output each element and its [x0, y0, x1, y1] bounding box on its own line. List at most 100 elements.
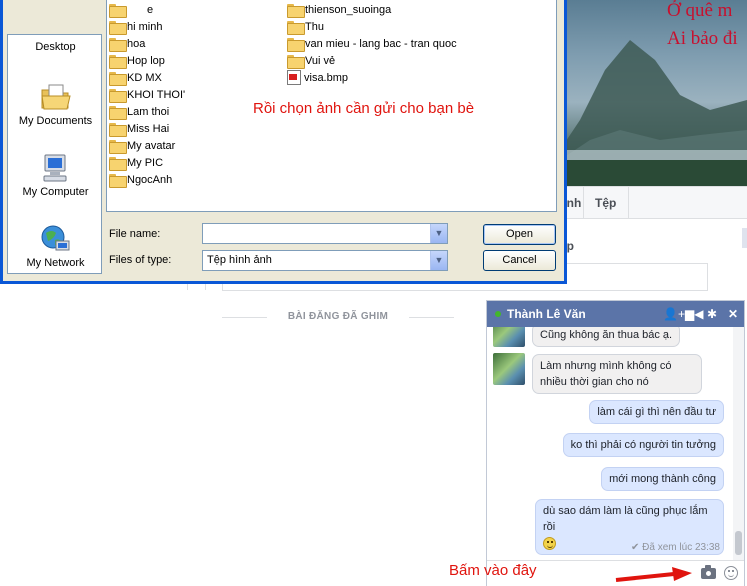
place-my-documents[interactable]: My Documents	[8, 81, 103, 127]
chat-contact-name[interactable]: Thành Lê Văn	[507, 307, 586, 321]
file-name: Lam thoi	[127, 105, 170, 118]
folder-icon	[109, 54, 127, 69]
place-label: My Computer	[22, 186, 89, 198]
place-label: My Documents	[18, 115, 93, 127]
chat-window: Thành Lê Văn 👤+ ▆◀ ✱ ✕ Cũng không ăn thu…	[486, 300, 745, 586]
my-network-icon	[41, 225, 69, 251]
files-of-type-label: Files of type:	[109, 254, 172, 266]
folder-item[interactable]: Lam thoi	[109, 103, 169, 120]
chevron-down-icon[interactable]: ▼	[430, 224, 447, 243]
file-name: My avatar	[127, 139, 176, 152]
scroll-thumb[interactable]	[735, 531, 742, 555]
file-name: visa.bmp	[304, 71, 349, 84]
message-bubble-outgoing: làm cái gì thì nên đầu tư	[589, 400, 724, 424]
folder-icon	[109, 20, 127, 35]
place-label: My Network	[26, 257, 85, 269]
folder-item[interactable]: Vui vẻ	[287, 52, 335, 69]
folder-item[interactable]: KD MX	[109, 69, 162, 86]
folder-item[interactable]: KHOI THOI'	[109, 86, 185, 103]
place-my-computer[interactable]: My Computer	[8, 152, 103, 198]
folder-item[interactable]: Thu	[287, 18, 324, 35]
cover-text-line: Ai bảo đi	[667, 28, 738, 49]
cover-text-line: Ở quê m	[667, 0, 733, 21]
instruction-annotation: Rồi chọn ảnh cần gửi cho bạn bè	[253, 100, 475, 117]
folder-icon	[109, 173, 127, 188]
avatar[interactable]	[493, 353, 525, 385]
folder-icon	[109, 37, 127, 52]
chat-header[interactable]: Thành Lê Văn 👤+ ▆◀ ✱ ✕	[487, 301, 744, 327]
file-name: NgocAnh	[127, 173, 173, 186]
callout-annotation: Bấm vào đây	[449, 562, 537, 579]
folder-item[interactable]: thienson_suoinga	[287, 1, 391, 18]
folder-item[interactable]: hoa	[109, 35, 145, 52]
bitmap-image-icon	[287, 70, 301, 85]
folder-icon	[109, 105, 127, 120]
folder-item[interactable]: My PIC	[109, 154, 163, 171]
video-call-icon[interactable]: ▆◀	[685, 307, 703, 321]
gear-icon[interactable]: ✱	[707, 307, 717, 321]
folder-icon	[109, 156, 127, 171]
folder-icon	[287, 3, 305, 18]
open-button[interactable]: Open	[483, 224, 556, 245]
folder-item[interactable]: hi minh	[109, 18, 162, 35]
message-bubble-incoming: Cũng không ăn thua bác ạ.	[532, 327, 681, 347]
image-file-item[interactable]: visa.bmp	[287, 69, 348, 86]
smile-emoji-icon	[543, 536, 556, 550]
arrow-right-icon	[615, 567, 692, 582]
folder-item[interactable]: e	[109, 1, 153, 18]
folder-icon	[287, 54, 305, 69]
avatar[interactable]	[493, 327, 525, 347]
chevron-down-icon[interactable]: ▼	[430, 251, 447, 270]
cancel-button[interactable]: Cancel	[483, 250, 556, 271]
tab-divider	[583, 186, 584, 219]
file-name: My PIC	[127, 156, 164, 169]
file-name-input[interactable]	[202, 223, 448, 244]
place-label: Desktop	[35, 41, 76, 53]
file-open-dialog: Desktop My Documents My Computer My Netw…	[0, 0, 567, 284]
files-of-type-select[interactable]: Tệp hình ảnh ▼	[202, 250, 448, 271]
folder-item[interactable]: NgocAnh	[109, 171, 172, 188]
seen-status: ✔ Đã xem lúc 23:38	[631, 542, 720, 553]
selected-file-type: Tệp hình ảnh	[207, 254, 272, 266]
places-bar: Desktop My Documents My Computer My Netw…	[7, 34, 102, 274]
online-status-icon	[495, 311, 501, 317]
folder-icon	[287, 37, 305, 52]
file-name: KD MX	[127, 71, 162, 84]
folder-item[interactable]: van mieu - lang bac - tran quoc	[287, 35, 457, 52]
message-bubble-outgoing: mới mong thành công	[601, 467, 724, 491]
add-people-icon[interactable]: 👤+	[663, 307, 685, 321]
file-name: KHOI THOI'	[127, 88, 186, 101]
folder-icon	[109, 139, 127, 154]
folder-item[interactable]: My avatar	[109, 137, 175, 154]
folder-icon	[109, 71, 127, 86]
sidebar-edge	[742, 228, 747, 248]
folder-icon	[109, 122, 127, 137]
my-documents-icon	[40, 84, 71, 110]
folder-icon	[109, 3, 127, 18]
file-name: van mieu - lang bac - tran quoc	[305, 37, 457, 50]
chat-message-list[interactable]: Cũng không ăn thua bác ạ. Làm nhưng mình…	[487, 327, 744, 560]
file-name: hoa	[127, 37, 146, 50]
file-name: e	[147, 3, 154, 16]
file-name-label: File name:	[109, 228, 161, 240]
pinned-posts-title: BÀI ĐĂNG ĐÃ GHIM	[222, 311, 454, 322]
place-desktop[interactable]: Desktop	[8, 41, 103, 53]
folder-icon	[287, 20, 305, 35]
file-name: Thu	[305, 20, 324, 33]
tab-files[interactable]: Tệp	[595, 196, 616, 210]
close-icon[interactable]: ✕	[728, 307, 738, 321]
message-bubble-outgoing: ko thì phải có người tin tưởng	[562, 433, 724, 457]
camera-icon[interactable]	[701, 565, 716, 579]
folder-item[interactable]: Miss Hai	[109, 120, 169, 137]
file-name: Vui vẻ	[305, 54, 336, 67]
chat-scrollbar[interactable]	[733, 327, 744, 560]
folder-item[interactable]: Hop lop	[109, 52, 165, 69]
place-my-network[interactable]: My Network	[8, 223, 103, 269]
tab-divider	[628, 186, 629, 219]
file-name: hi minh	[127, 20, 163, 33]
emoji-picker-icon[interactable]	[724, 566, 738, 580]
file-name: Miss Hai	[127, 122, 170, 135]
message-bubble-incoming: Làm nhưng mình không có nhiều thời gian …	[532, 354, 702, 394]
file-name: thienson_suoinga	[305, 3, 392, 16]
message-text: dù sao dám làm là cũng phục lắm rồi	[543, 505, 708, 533]
